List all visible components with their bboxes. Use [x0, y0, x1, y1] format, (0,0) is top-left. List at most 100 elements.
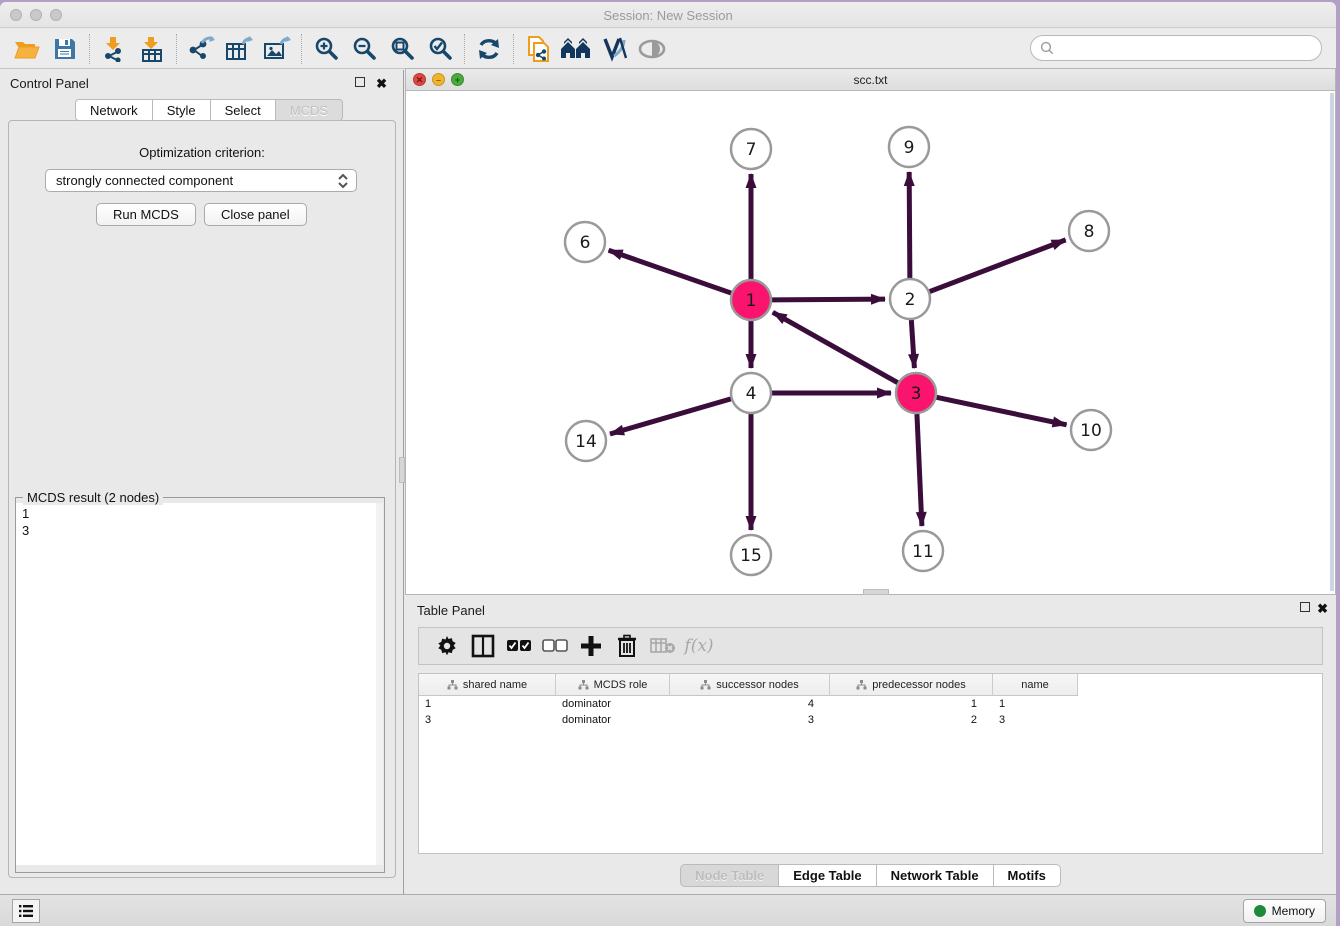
- import-table-icon[interactable]: [133, 32, 171, 66]
- cell-MCDS-role[interactable]: dominator: [556, 696, 670, 712]
- cell-MCDS-role[interactable]: dominator: [556, 712, 670, 728]
- search-input[interactable]: [1055, 38, 1321, 58]
- mcds-result-list[interactable]: 13: [16, 503, 376, 865]
- save-session-icon[interactable]: [46, 32, 84, 66]
- tab-motifs[interactable]: Motifs: [994, 864, 1061, 887]
- node-11[interactable]: 11: [903, 531, 943, 571]
- search-box[interactable]: [1030, 35, 1322, 61]
- memory-button[interactable]: Memory: [1243, 899, 1326, 923]
- node-10[interactable]: 10: [1071, 410, 1111, 450]
- node-2[interactable]: 2: [890, 279, 930, 319]
- node-6[interactable]: 6: [565, 222, 605, 262]
- task-history-button[interactable]: [12, 899, 40, 923]
- tab-network-table[interactable]: Network Table: [877, 864, 994, 887]
- edge-1-6[interactable]: [609, 250, 732, 293]
- node-label: 10: [1080, 421, 1102, 441]
- result-scrollbar[interactable]: [376, 503, 383, 865]
- settings-gear-icon[interactable]: [429, 631, 465, 661]
- node-1[interactable]: 1: [731, 280, 771, 320]
- export-table-icon[interactable]: [220, 32, 258, 66]
- show-style-icon[interactable]: [595, 32, 633, 66]
- tab-style[interactable]: Style: [153, 99, 211, 121]
- tab-edge-table[interactable]: Edge Table: [779, 864, 876, 887]
- float-panel-icon[interactable]: [355, 76, 365, 90]
- cell-predecessor-nodes[interactable]: 2: [830, 712, 993, 728]
- cell-successor-nodes[interactable]: 4: [670, 696, 830, 712]
- column-header-predecessor-nodes[interactable]: predecessor nodes: [830, 674, 993, 696]
- zoom-out-icon[interactable]: [345, 32, 383, 66]
- cell-shared-name[interactable]: 1: [419, 696, 556, 712]
- edge-2-3[interactable]: [911, 320, 914, 368]
- zoom-fit-icon[interactable]: [383, 32, 421, 66]
- column-header-MCDS-role[interactable]: MCDS role: [556, 674, 670, 696]
- duplicate-network-icon[interactable]: [519, 32, 557, 66]
- run-mcds-button[interactable]: Run MCDS: [96, 203, 196, 226]
- tab-network[interactable]: Network: [75, 99, 153, 121]
- close-panel-button[interactable]: Close panel: [204, 203, 307, 226]
- edge-3-10[interactable]: [937, 397, 1067, 424]
- cell-shared-name[interactable]: 3: [419, 712, 556, 728]
- table-tabs: Node TableEdge TableNetwork TableMotifs: [405, 864, 1336, 887]
- table-row[interactable]: 1dominator411: [419, 696, 1322, 712]
- network-window-titlebar[interactable]: ✕ – + scc.txt: [406, 69, 1335, 91]
- edge-3-11[interactable]: [917, 414, 922, 526]
- network-canvas[interactable]: 7 9 6 8 1 2 4 3 14 10 15 11: [406, 91, 1335, 594]
- node-label: 7: [746, 140, 757, 160]
- node-8[interactable]: 8: [1069, 211, 1109, 251]
- toolbar-separator: [301, 34, 302, 64]
- cell-predecessor-nodes[interactable]: 1: [830, 696, 993, 712]
- column-header-successor-nodes[interactable]: successor nodes: [670, 674, 830, 696]
- node-4[interactable]: 4: [731, 373, 771, 413]
- node-label: 4: [746, 384, 757, 404]
- delete-column-icon[interactable]: [609, 631, 645, 661]
- edge-3-1[interactable]: [773, 312, 898, 382]
- node-label: 3: [911, 384, 922, 404]
- table-header-row: shared nameMCDS rolesuccessor nodesprede…: [419, 674, 1322, 696]
- edge-4-14[interactable]: [610, 399, 731, 434]
- column-header-shared-name[interactable]: shared name: [419, 674, 556, 696]
- tab-node-table[interactable]: Node Table: [680, 864, 779, 887]
- tab-select[interactable]: Select: [211, 99, 276, 121]
- edge-2-8[interactable]: [930, 240, 1066, 292]
- float-table-panel-icon[interactable]: [1300, 601, 1310, 615]
- node-3[interactable]: 3: [896, 373, 936, 413]
- network-scrollbar[interactable]: [1330, 93, 1334, 591]
- edge-2-9[interactable]: [909, 172, 910, 278]
- tab-mcds[interactable]: MCDS: [276, 99, 343, 121]
- horizontal-splitter-handle[interactable]: [863, 589, 889, 595]
- close-panel-icon[interactable]: ✖: [376, 76, 387, 92]
- zoom-selected-icon[interactable]: [421, 32, 459, 66]
- cell-name[interactable]: 1: [993, 696, 1078, 712]
- table-row[interactable]: 3dominator323: [419, 712, 1322, 728]
- first-neighbors-icon[interactable]: [557, 32, 595, 66]
- function-builder-icon: f(x): [681, 631, 717, 661]
- export-network-icon[interactable]: [182, 32, 220, 66]
- node-7[interactable]: 7: [731, 129, 771, 169]
- edge-1-2[interactable]: [772, 299, 885, 300]
- node-9[interactable]: 9: [889, 127, 929, 167]
- select-all-icon[interactable]: [501, 631, 537, 661]
- export-image-icon[interactable]: [258, 32, 296, 66]
- node-table[interactable]: shared nameMCDS rolesuccessor nodesprede…: [418, 673, 1323, 854]
- refresh-layout-icon[interactable]: [470, 32, 508, 66]
- node-label: 11: [912, 542, 934, 562]
- toolbar-separator: [513, 34, 514, 64]
- open-file-icon[interactable]: [8, 32, 46, 66]
- column-visibility-icon[interactable]: [465, 631, 501, 661]
- close-table-panel-icon[interactable]: ✖: [1317, 601, 1328, 617]
- node-15[interactable]: 15: [731, 535, 771, 575]
- column-header-name[interactable]: name: [993, 674, 1078, 696]
- main-toolbar: [0, 29, 1336, 69]
- cell-successor-nodes[interactable]: 3: [670, 712, 830, 728]
- node-label: 2: [905, 290, 916, 310]
- add-column-icon[interactable]: [573, 631, 609, 661]
- import-network-icon[interactable]: [95, 32, 133, 66]
- cell-name[interactable]: 3: [993, 712, 1078, 728]
- zoom-in-icon[interactable]: [307, 32, 345, 66]
- node-14[interactable]: 14: [566, 421, 606, 461]
- search-icon: [1039, 40, 1055, 56]
- hide-icon[interactable]: [633, 32, 671, 66]
- table-panel: Table Panel ✖ f(x) shared nameMCDS roles…: [405, 595, 1336, 894]
- deselect-all-icon[interactable]: [537, 631, 573, 661]
- optimization-criterion-select[interactable]: strongly connected component: [45, 169, 357, 192]
